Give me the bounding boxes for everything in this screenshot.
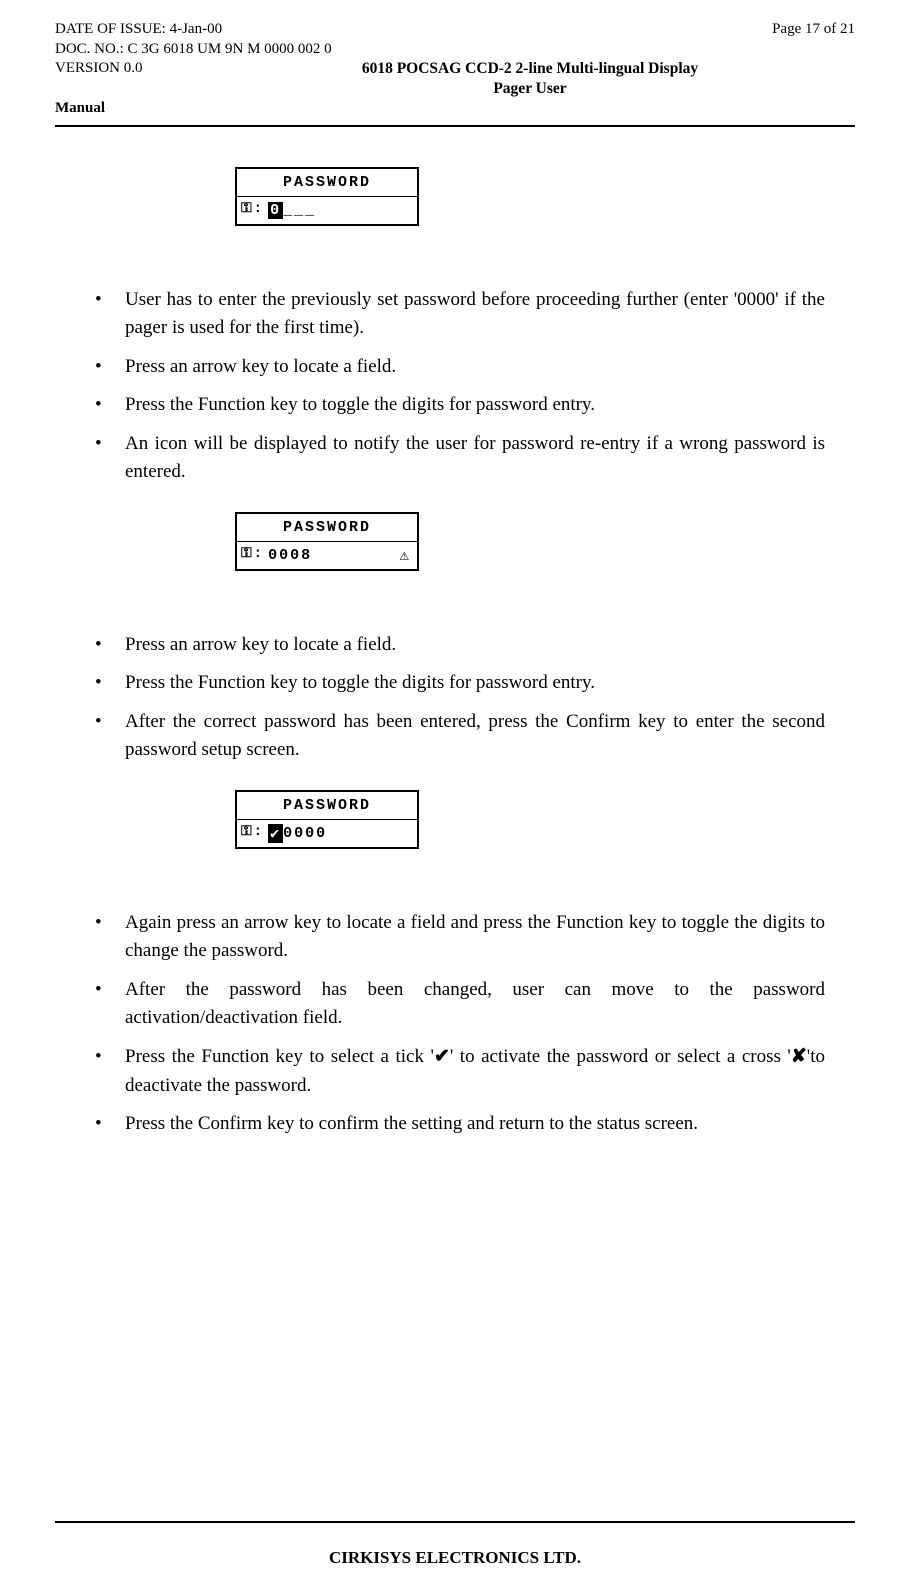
bullet-item: User has to enter the previously set pas… [85, 286, 825, 343]
lcd-figure-3: PASSWORD ⚿: ✔ 0000 [235, 790, 825, 849]
lcd-line-1: PASSWORD [237, 169, 417, 197]
page-header: DATE OF ISSUE: 4-Jan-00 Page 17 of 21 DO… [55, 20, 855, 119]
bullet-list-2: Press an arrow key to locate a field. Pr… [85, 631, 825, 765]
header-manual: Manual [55, 99, 855, 119]
bullet-item: Press the Function key to toggle the dig… [85, 669, 825, 698]
cross-icon: ✘ [791, 1043, 807, 1072]
header-version: VERSION 0.0 [55, 59, 355, 99]
lcd-tick-inverse: ✔ [268, 824, 283, 843]
key-icon: ⚿: [241, 546, 264, 562]
bullet-item: An icon will be displayed to notify the … [85, 430, 825, 487]
page-content: PASSWORD ⚿: 0___ User has to enter the p… [55, 167, 855, 1139]
bullet-item: Press the Function key to select a tick … [85, 1043, 825, 1100]
bullet-list-1: User has to enter the previously set pas… [85, 286, 825, 487]
lcd-remaining-digits: ___ [283, 202, 316, 219]
page-footer: CIRKISYS ELECTRONICS LTD. [0, 1548, 910, 1568]
warning-icon: ⚠ [399, 545, 411, 565]
bullet-item: After the correct password has been ente… [85, 708, 825, 765]
lcd-figure-2: PASSWORD ⚿: 0008 ⚠ [235, 512, 825, 571]
header-title: 6018 POCSAG CCD-2 2-line Multi-lingual D… [355, 59, 705, 99]
bullet-item: Again press an arrow key to locate a fie… [85, 909, 825, 966]
lcd-screen: PASSWORD ⚿: ✔ 0000 [235, 790, 419, 849]
lcd-screen: PASSWORD ⚿: 0008 ⚠ [235, 512, 419, 571]
header-page-number: Page 17 of 21 [705, 20, 855, 40]
key-icon: ⚿: [241, 201, 264, 217]
tick-icon: ✔ [434, 1043, 450, 1072]
bullet-item: Press an arrow key to locate a field. [85, 631, 825, 660]
lcd-line-2: ⚿: 0___ [237, 197, 417, 224]
lcd-cursor-digit: 0 [268, 202, 283, 219]
lcd-line-2: ⚿: ✔ 0000 [237, 820, 417, 847]
text-segment: ' to activate the password or select a c… [450, 1046, 791, 1067]
lcd-screen: PASSWORD ⚿: 0___ [235, 167, 419, 226]
bullet-item: Press the Function key to toggle the dig… [85, 391, 825, 420]
document-page: DATE OF ISSUE: 4-Jan-00 Page 17 of 21 DO… [0, 0, 910, 1593]
header-divider [55, 125, 855, 127]
text-segment: Press the Function key to select a tick … [125, 1046, 434, 1067]
bullet-item: Press an arrow key to locate a field. [85, 353, 825, 382]
bullet-list-3: Again press an arrow key to locate a fie… [85, 909, 825, 1139]
lcd-digits: 0000 [283, 825, 327, 842]
lcd-line-1: PASSWORD [237, 792, 417, 820]
header-date: DATE OF ISSUE: 4-Jan-00 [55, 20, 355, 40]
lcd-digits: 0008 [268, 547, 312, 564]
lcd-figure-1: PASSWORD ⚿: 0___ [235, 167, 825, 226]
lcd-line-2: ⚿: 0008 ⚠ [237, 542, 417, 569]
footer-divider [55, 1521, 855, 1523]
header-doc-no: DOC. NO.: C 3G 6018 UM 9N M 0000 002 0 [55, 40, 855, 60]
lcd-line-1: PASSWORD [237, 514, 417, 542]
bullet-item: Press the Confirm key to confirm the set… [85, 1110, 825, 1139]
key-icon: ⚿: [241, 824, 264, 840]
bullet-item: After the password has been changed, use… [85, 976, 825, 1033]
